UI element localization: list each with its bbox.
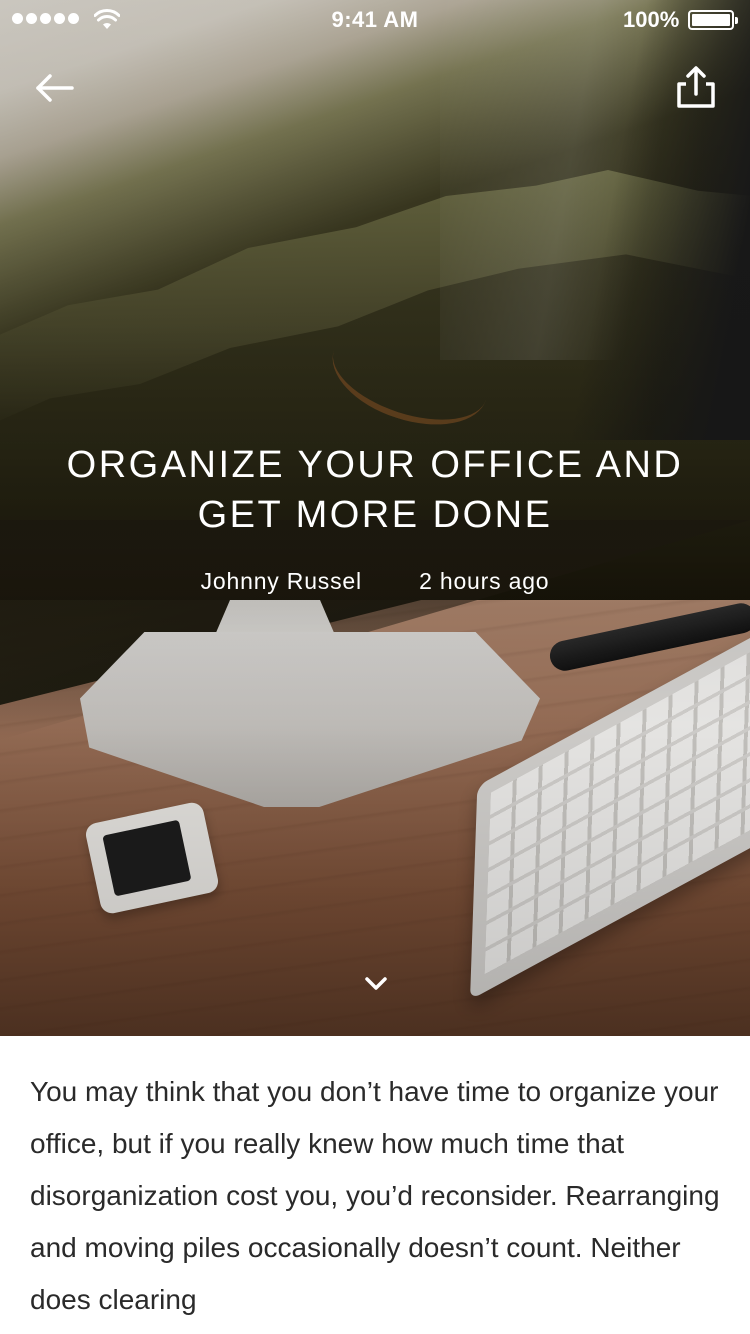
published-time: 2 hours ago [419,568,550,594]
arrow-left-icon [36,74,74,102]
battery-icon [688,10,738,30]
share-icon [677,66,715,108]
status-bar: 9:41 AM 100% [0,0,750,40]
battery-percent: 100% [623,7,680,32]
article-meta: Johnny Russel 2 hours ago [0,568,750,595]
author-link[interactable]: Johnny Russel [201,568,362,595]
chevron-down-icon [365,977,387,990]
back-button[interactable] [30,66,78,110]
article-body: You may think that you don’t have time t… [30,1076,720,1315]
scroll-down-button[interactable] [360,970,392,998]
article-title: ORGANIZE YOUR OFFICE AND GET MORE DONE [66,444,684,536]
share-button[interactable] [670,64,722,112]
